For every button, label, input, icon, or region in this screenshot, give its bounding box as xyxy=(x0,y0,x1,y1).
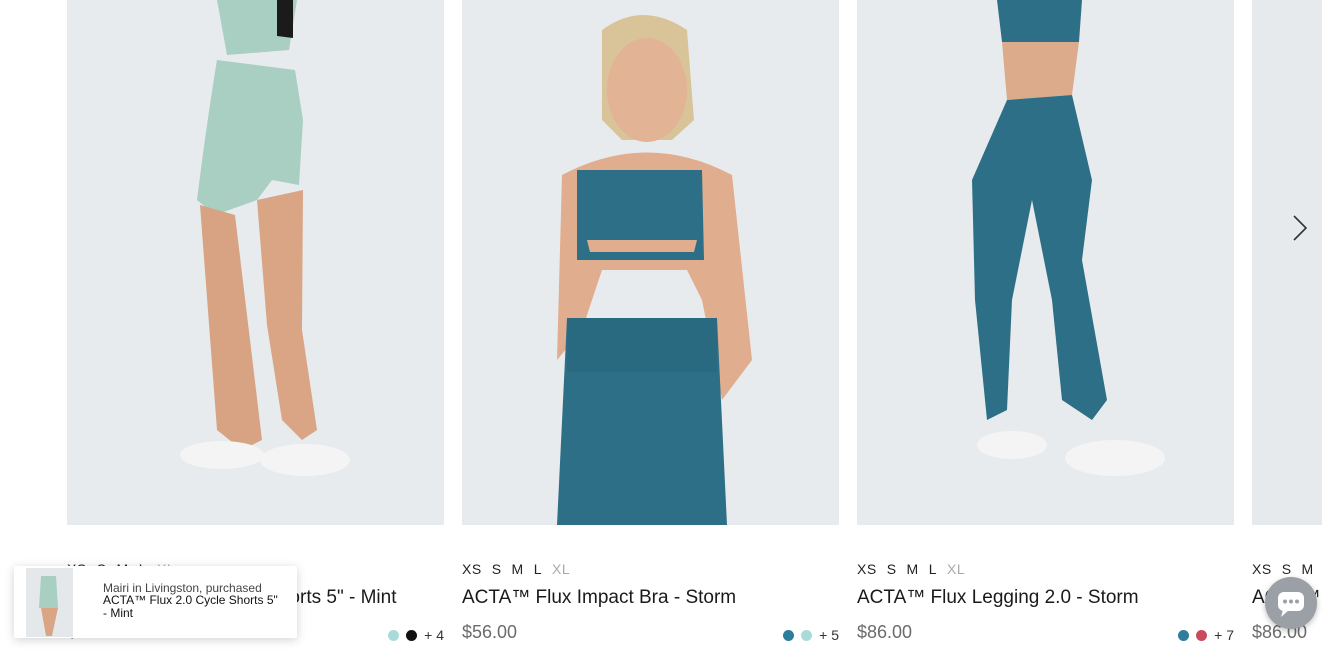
size-option[interactable]: L xyxy=(534,561,542,577)
chevron-right-icon xyxy=(1293,215,1308,241)
size-list: XSSML xyxy=(1252,561,1322,577)
color-swatch[interactable] xyxy=(1178,629,1190,641)
more-colors-count[interactable]: + 4 xyxy=(424,627,444,643)
color-swatch[interactable] xyxy=(1196,629,1208,641)
size-option[interactable]: S xyxy=(887,561,897,577)
size-list: XS SML XL xyxy=(857,561,975,577)
color-swatch[interactable] xyxy=(406,629,418,641)
size-option[interactable]: XS xyxy=(1252,561,1272,577)
product-title[interactable]: ACTA™ Flux Legging 2.0 - Storm xyxy=(857,587,1139,609)
size-option[interactable]: XS xyxy=(857,561,877,577)
size-option-unavailable[interactable]: XL xyxy=(947,561,965,577)
size-option[interactable]: M xyxy=(907,561,919,577)
color-swatches: + 4 xyxy=(388,627,444,643)
size-list: XS SML XL xyxy=(462,561,580,577)
size-option-unavailable[interactable]: XL xyxy=(552,561,570,577)
size-option[interactable]: M xyxy=(512,561,524,577)
product-image[interactable] xyxy=(1252,0,1322,525)
chat-button[interactable] xyxy=(1265,577,1317,629)
size-option[interactable]: M xyxy=(1302,561,1314,577)
notification-product-name[interactable]: ACTA™ Flux 2.0 Cycle Shorts 5" - Mint xyxy=(103,594,283,620)
carousel-next-button[interactable] xyxy=(1284,210,1316,246)
purchase-notification[interactable]: Mairi in Livingston, purchased ACTA™ Flu… xyxy=(14,566,297,638)
product-image[interactable] xyxy=(67,0,444,525)
size-option[interactable]: S xyxy=(492,561,502,577)
product-image[interactable] xyxy=(857,0,1234,525)
product-price: $56.00 xyxy=(462,622,518,642)
notification-product-thumbnail xyxy=(26,568,73,637)
more-colors-count[interactable]: + 5 xyxy=(819,627,839,643)
color-swatch[interactable] xyxy=(388,629,400,641)
product-image[interactable] xyxy=(462,0,839,525)
more-colors-count[interactable]: + 7 xyxy=(1214,627,1234,643)
size-option[interactable]: XS xyxy=(462,561,482,577)
product-title[interactable]: ACTA™ Flux Impact Bra - Storm xyxy=(462,587,736,609)
size-option[interactable]: L xyxy=(929,561,937,577)
product-price: $86.00 xyxy=(857,622,913,642)
color-swatch[interactable] xyxy=(783,629,795,641)
product-card[interactable]: XSSML ACTA™ Fl $86.00 xyxy=(1252,0,1322,652)
color-swatches: + 5 xyxy=(783,627,839,643)
color-swatch[interactable] xyxy=(801,629,813,641)
chat-bubble-icon xyxy=(1278,592,1304,617)
color-swatches: + 7 xyxy=(1178,627,1234,643)
size-option[interactable]: S xyxy=(1282,561,1292,577)
